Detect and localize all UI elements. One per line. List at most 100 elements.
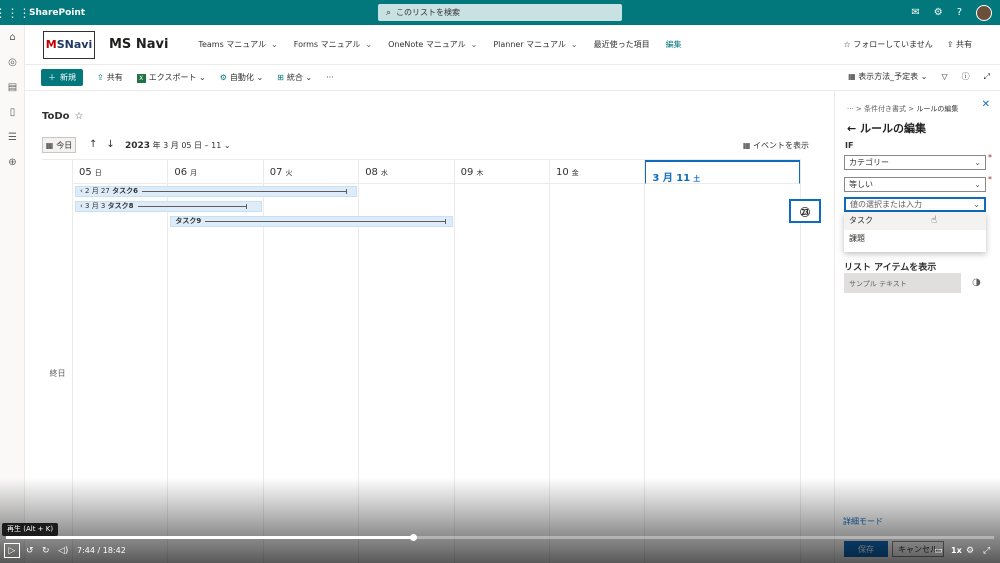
chevron-down-icon: ⌄ [973,200,980,209]
suite-brand[interactable]: SharePoint [29,8,85,18]
captions-icon[interactable]: ▭ [934,543,943,558]
sample-text-preview[interactable]: サンプル テキスト [844,273,961,293]
avatar[interactable] [976,4,992,21]
calendar-view-icon: ▦ [848,72,859,81]
site-nav: Teams マニュアル ⌄ Forms マニュアル ⌄ OneNote マニュアル ⌄… [198,39,681,50]
integrate-icon: ⊞ [277,73,284,82]
arrow-up-icon[interactable]: ↑ [89,139,97,150]
create-icon[interactable]: ⊕ [0,150,25,175]
event-end-tick [246,203,248,209]
save-button[interactable]: 保存 [844,541,888,557]
progress-knob[interactable] [410,534,418,541]
day-header[interactable]: 10 金 [550,160,645,184]
arrow-down-icon[interactable]: ↓ [106,139,114,150]
option-task[interactable]: タスク ☝ [844,212,986,230]
follow-button[interactable]: ☆ フォローしていません [844,39,933,50]
day-header[interactable]: 06 月 [168,160,263,184]
calendar-view: ToDo ☆ ▦ 今日 ↑ ↓ 2023 年 3 月 05 日 – 11 ⌄ ▦ イ… [25,91,833,563]
chevron-down-icon: ⌄ [305,73,313,82]
fullscreen-icon[interactable]: ⤢ [983,543,990,558]
integrate-button[interactable]: ⊞ 統合 ⌄ [277,72,312,83]
progress-bar[interactable] [6,534,994,541]
chevron-down-icon: ⌄ [470,40,478,49]
help-icon[interactable]: ? [957,7,962,18]
day-header[interactable]: 09 木 [454,160,549,184]
event-span-line [141,190,347,192]
search-box[interactable]: ⌕ このリストを検索 [378,4,622,21]
calendar-event[interactable]: タスク9 [170,216,453,227]
plus-icon: ＋ [48,73,56,82]
chevron-down-icon: ⌄ [199,73,206,82]
file-icon[interactable]: ▯ [0,100,25,125]
day-header[interactable]: 07 火 [263,160,359,184]
day-column[interactable]: 3 月 11 土 [645,160,801,563]
edit-rule-panel: ··· > 条件付き書式 > ルールの編集 ✕ ← ルールの編集 IF カテゴリ… [834,91,1000,563]
today-button[interactable]: ▦ 今日 [42,137,76,153]
site-share-button[interactable]: ⇪ 共有 [947,39,972,50]
event-title: タスク8 [107,202,134,210]
option-issue[interactable]: 課題 [844,230,986,248]
site-logo[interactable]: M S Navi [43,30,95,59]
day-column[interactable]: 05 日 [73,160,169,563]
megaphone-icon[interactable]: ✉ [911,7,919,18]
day-header[interactable]: 3 月 11 土 [645,160,800,184]
news-icon[interactable]: ▤ [0,75,25,100]
rewind-icon[interactable]: ↺ [26,543,34,558]
search-input[interactable]: このリストを検索 [396,7,460,18]
list-icon[interactable]: ☰ [0,125,25,150]
nav-item-teams[interactable]: Teams マニュアル ⌄ [198,39,277,50]
breadcrumb-conditional-format[interactable]: 条件付き書式 [864,105,906,113]
day-header[interactable]: 08 水 [359,160,454,184]
day-number: 3 月 11 [652,173,691,184]
star-icon[interactable]: ☆ [75,111,84,122]
palette-icon[interactable]: ◑ [972,277,981,288]
nav-item-planner[interactable]: Planner マニュアル ⌄ [493,39,577,50]
volume-icon[interactable]: ◁) [58,543,68,558]
site-title[interactable]: MS Navi [109,37,168,52]
hand-cursor-icon: ☝ [931,215,938,226]
close-icon[interactable]: ✕ [982,99,990,110]
show-events-button[interactable]: ▦ イベントを表示 [743,140,809,151]
forward-icon[interactable]: ↻ [42,543,50,558]
breadcrumb-more[interactable]: ··· [847,105,854,113]
day-header[interactable]: 05 日 [73,160,168,184]
day-number: 10 [556,167,569,178]
info-icon[interactable]: ⓘ [962,71,970,82]
share-button[interactable]: ⇪ 共有 [97,72,123,83]
new-button[interactable]: ＋新規 [41,69,83,86]
nav-edit-link[interactable]: 編集 [666,39,682,50]
view-switcher[interactable]: ▦ 表示方法_予定表 ⌄ [848,71,927,82]
nav-item-onenote[interactable]: OneNote マニュアル ⌄ [388,39,477,50]
gear-icon[interactable]: ⚙ [934,7,943,18]
more-button[interactable]: ··· [326,73,334,82]
filter-icon[interactable]: ▽ [941,72,947,81]
export-button[interactable]: X エクスポート ⌄ [136,72,206,83]
nav-item-forms[interactable]: Forms マニュアル ⌄ [294,39,372,50]
breadcrumb-current: ルールの編集 [916,105,959,113]
app-launcher-icon[interactable]: ⋮⋮⋮ [0,0,31,25]
expand-icon[interactable]: ⤢ [984,72,990,82]
globe-icon[interactable]: ◎ [0,50,25,75]
advanced-mode-link[interactable]: 詳細モード [843,516,883,527]
allday-label: 終日 [49,369,66,378]
suite-actions: ✉ ⚙ ? [911,0,992,25]
list-title: ToDo ☆ [42,111,84,122]
play-icon[interactable]: ▷ [4,543,20,558]
value-combobox[interactable]: 値の選択または入力 ⌄ [844,197,986,212]
nav-item-recent[interactable]: 最近使った項目 [594,39,650,50]
playback-rate-button[interactable]: 1x [951,543,962,558]
day-column[interactable]: 09 木 [454,160,550,563]
day-of-week: 金 [571,169,579,177]
day-column[interactable]: 10 金 [550,160,646,563]
home-icon[interactable]: ⌂ [0,25,25,50]
settings-icon[interactable]: ⚙ [966,543,974,558]
back-arrow-icon[interactable]: ← [847,122,860,135]
automate-button[interactable]: ⚙ 自動化 ⌄ [220,72,263,83]
calendar-event[interactable]: ‹ 2 月 27 タスク6 [75,186,358,197]
column-dropdown[interactable]: カテゴリー ⌄ [844,155,986,170]
day-of-week: 火 [285,169,293,177]
operator-dropdown[interactable]: 等しい ⌄ [844,177,986,192]
event-start-label: 3 月 3 [85,202,106,210]
date-range-picker[interactable]: 2023 年 3 月 05 日 – 11 ⌄ [125,140,231,151]
calendar-event[interactable]: ‹ 3 月 3 タスク8 [75,201,262,212]
